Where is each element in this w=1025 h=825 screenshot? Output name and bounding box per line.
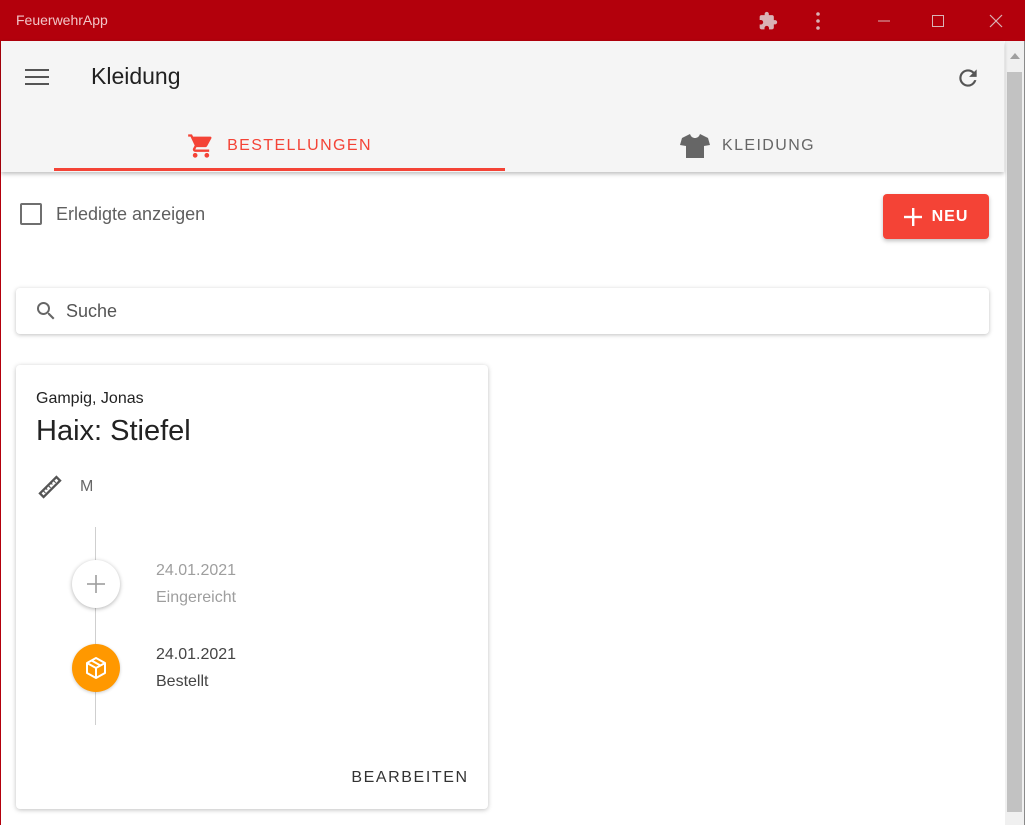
maximize-icon[interactable]	[928, 0, 948, 41]
order-title: Haix: Stiefel	[36, 415, 191, 447]
minimize-icon[interactable]	[874, 0, 894, 41]
edit-button[interactable]: BEARBEITEN	[346, 763, 474, 793]
search-input[interactable]	[66, 296, 966, 326]
window-titlebar: FeuerwehrApp	[0, 0, 1025, 41]
extensions-icon[interactable]	[756, 0, 780, 41]
scroll-up-icon[interactable]	[1005, 41, 1024, 71]
order-person: Gampig, Jonas	[36, 390, 144, 407]
timeline-status: Eingereicht	[156, 589, 237, 606]
shirt-icon	[680, 133, 710, 158]
show-completed-checkbox[interactable]	[20, 203, 42, 225]
size-row: M	[36, 473, 93, 501]
plus-icon	[903, 207, 922, 226]
new-button-label: NEU	[931, 207, 969, 225]
close-icon[interactable]	[986, 0, 1006, 41]
app-bar: Kleidung BESTELLUNGEN KLEIDUNG	[1, 41, 1004, 172]
tab-kleidung[interactable]: KLEIDUNG	[505, 119, 990, 172]
window-title: FeuerwehrApp	[16, 12, 108, 28]
tab-bestellungen[interactable]: BESTELLUNGEN	[54, 119, 505, 172]
order-size: M	[80, 478, 94, 495]
order-card: Gampig, Jonas Haix: Stiefel M 24.01.2021…	[16, 365, 488, 809]
timeline-line	[95, 527, 96, 725]
timeline-status: Bestellt	[156, 673, 209, 690]
refresh-icon[interactable]	[953, 63, 983, 93]
search-box	[16, 288, 989, 334]
timeline-date: 24.01.2021	[156, 646, 237, 663]
cart-icon	[188, 133, 212, 158]
show-completed-toggle[interactable]: Erledigte anzeigen	[20, 203, 205, 225]
package-icon	[86, 657, 106, 679]
timeline-entry-ordered: 24.01.2021 Bestellt	[156, 641, 236, 695]
active-tab-indicator	[54, 168, 505, 171]
search-icon	[34, 299, 58, 328]
menu-icon[interactable]	[23, 65, 51, 89]
tab-label: KLEIDUNG	[722, 136, 815, 154]
timeline-dot-ordered	[72, 644, 120, 692]
scrollbar[interactable]	[1005, 41, 1024, 825]
timeline-entry-submitted: 24.01.2021 Eingereicht	[156, 557, 236, 611]
plus-icon	[87, 575, 105, 593]
timeline-dot-submitted	[72, 560, 120, 608]
page-title: Kleidung	[91, 63, 181, 89]
scroll-thumb[interactable]	[1007, 72, 1022, 812]
timeline-date: 24.01.2021	[156, 562, 237, 579]
new-order-button[interactable]: NEU	[883, 194, 989, 239]
tab-label: BESTELLUNGEN	[227, 136, 372, 154]
ruler-icon	[38, 475, 62, 499]
show-completed-label: Erledigte anzeigen	[56, 203, 206, 224]
more-vert-icon[interactable]	[808, 0, 828, 41]
